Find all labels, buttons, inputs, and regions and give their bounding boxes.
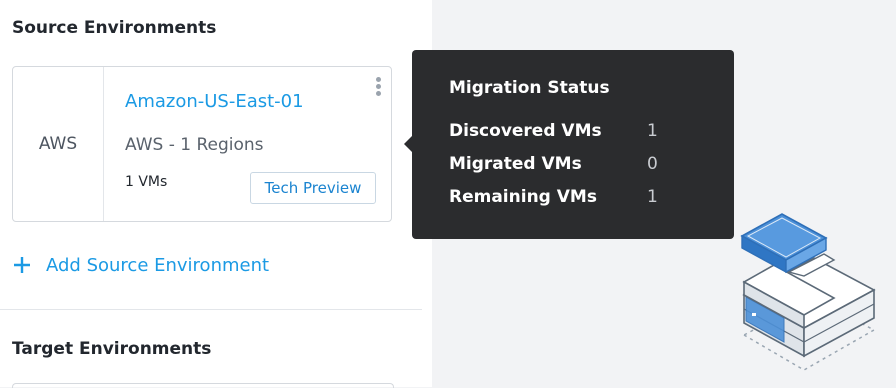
environment-name-link[interactable]: Amazon-US-East-01	[125, 91, 304, 112]
server-stack-illustration	[740, 213, 876, 371]
source-environments-title: Source Environments	[12, 18, 217, 38]
provider-label: AWS	[13, 67, 104, 221]
status-value: 1	[647, 121, 658, 141]
status-value: 1	[647, 187, 658, 207]
status-label: Remaining VMs	[449, 187, 597, 207]
status-row-remaining: Remaining VMs 1	[449, 187, 699, 209]
tooltip-title: Migration Status	[449, 78, 610, 98]
target-environments-title: Target Environments	[12, 339, 212, 359]
target-environment-card[interactable]	[12, 383, 394, 388]
status-label: Discovered VMs	[449, 121, 602, 141]
vertical-ellipsis-icon[interactable]	[373, 77, 383, 99]
environment-regions: AWS - 1 Regions	[125, 135, 264, 155]
tooltip-arrow	[404, 136, 412, 152]
left-panel: Source Environments AWS Amazon-US-East-0…	[0, 0, 432, 388]
status-value: 0	[647, 154, 658, 174]
source-environment-card[interactable]: AWS Amazon-US-East-01 AWS - 1 Regions 1 …	[12, 66, 392, 222]
migration-status-tooltip: Migration Status Discovered VMs 1 Migrat…	[404, 50, 734, 239]
status-row-migrated: Migrated VMs 0	[449, 154, 699, 176]
environment-vm-count: 1 VMs	[125, 174, 168, 190]
plus-icon	[14, 257, 30, 273]
status-label: Migrated VMs	[449, 154, 582, 174]
add-source-environment-button[interactable]: Add Source Environment	[12, 252, 269, 278]
section-divider	[0, 309, 422, 310]
tech-preview-badge[interactable]: Tech Preview	[250, 172, 376, 204]
add-source-environment-label: Add Source Environment	[46, 254, 270, 276]
status-row-discovered: Discovered VMs 1	[449, 121, 699, 143]
